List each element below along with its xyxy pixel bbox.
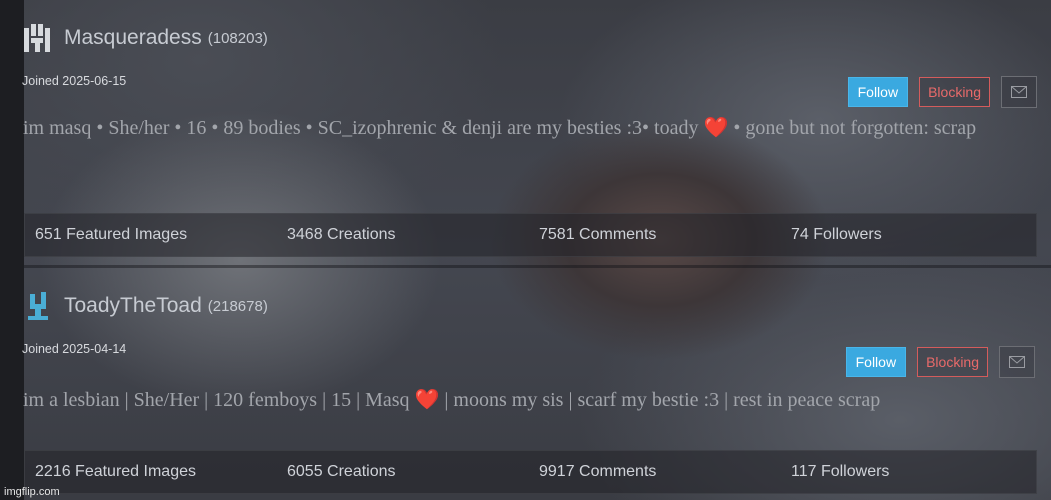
profile-stats: 651 Featured Images 3468 Creations 7581 …	[24, 213, 1037, 257]
profile-card-toadythetoad: ToadyTheToad (218678) Joined 2025-04-14 …	[22, 284, 1037, 494]
bio-text-end: | moons my sis | scarf my bestie :3 | re…	[439, 389, 881, 411]
profile-card-masqueradess: Masqueradess (108203) Joined 2025-06-15 …	[22, 16, 1037, 257]
left-sidebar	[0, 0, 24, 500]
username-link[interactable]: ToadyTheToad	[64, 294, 202, 318]
stat-followers[interactable]: 117 Followers	[781, 463, 1033, 481]
bio-text: im masq • She/her • 16 • 89 bodies • SC_…	[23, 117, 704, 139]
stat-featured-images[interactable]: 2216 Featured Images	[25, 463, 277, 481]
stat-comments[interactable]: 9917 Comments	[529, 463, 781, 481]
blocking-button[interactable]: Blocking	[919, 77, 990, 107]
follow-button[interactable]: Follow	[845, 347, 907, 377]
blocking-button[interactable]: Blocking	[917, 347, 988, 377]
stat-followers[interactable]: 74 Followers	[781, 226, 1033, 244]
imgflip-watermark: imgflip.com	[4, 486, 60, 498]
user-points: (218678)	[207, 297, 268, 315]
heart-emoji: ❤️	[703, 117, 729, 139]
bio-text-end: • gone but not forgotten: scrap	[728, 117, 977, 139]
mail-icon	[1011, 86, 1027, 98]
profile-actions: Follow Blocking	[845, 346, 1035, 378]
heart-emoji: ❤️	[414, 389, 440, 411]
stat-creations[interactable]: 3468 Creations	[277, 226, 529, 244]
bio-text: im a lesbian | She/Her | 120 femboys | 1…	[23, 389, 415, 411]
follow-button[interactable]: Follow	[847, 77, 909, 107]
stat-comments[interactable]: 7581 Comments	[529, 226, 781, 244]
profile-bio: im a lesbian | She/Her | 120 femboys | 1…	[22, 385, 1037, 415]
stat-featured-images[interactable]: 651 Featured Images	[25, 226, 277, 244]
username-link[interactable]: Masqueradess	[64, 26, 202, 50]
avatar-icon[interactable]	[22, 22, 54, 54]
message-button[interactable]	[999, 346, 1035, 378]
avatar-icon[interactable]	[22, 290, 54, 322]
user-points: (108203)	[207, 29, 268, 47]
profile-divider	[24, 265, 1051, 268]
message-button[interactable]	[1001, 76, 1037, 108]
profile-header: ToadyTheToad (218678)	[22, 284, 1037, 328]
stat-creations[interactable]: 6055 Creations	[277, 463, 529, 481]
profile-stats: 2216 Featured Images 6055 Creations 9917…	[24, 450, 1037, 494]
profile-header: Masqueradess (108203)	[22, 16, 1037, 60]
profile-actions: Follow Blocking	[847, 76, 1037, 108]
profile-bio: im masq • She/her • 16 • 89 bodies • SC_…	[22, 113, 1037, 143]
mail-icon	[1009, 356, 1025, 368]
